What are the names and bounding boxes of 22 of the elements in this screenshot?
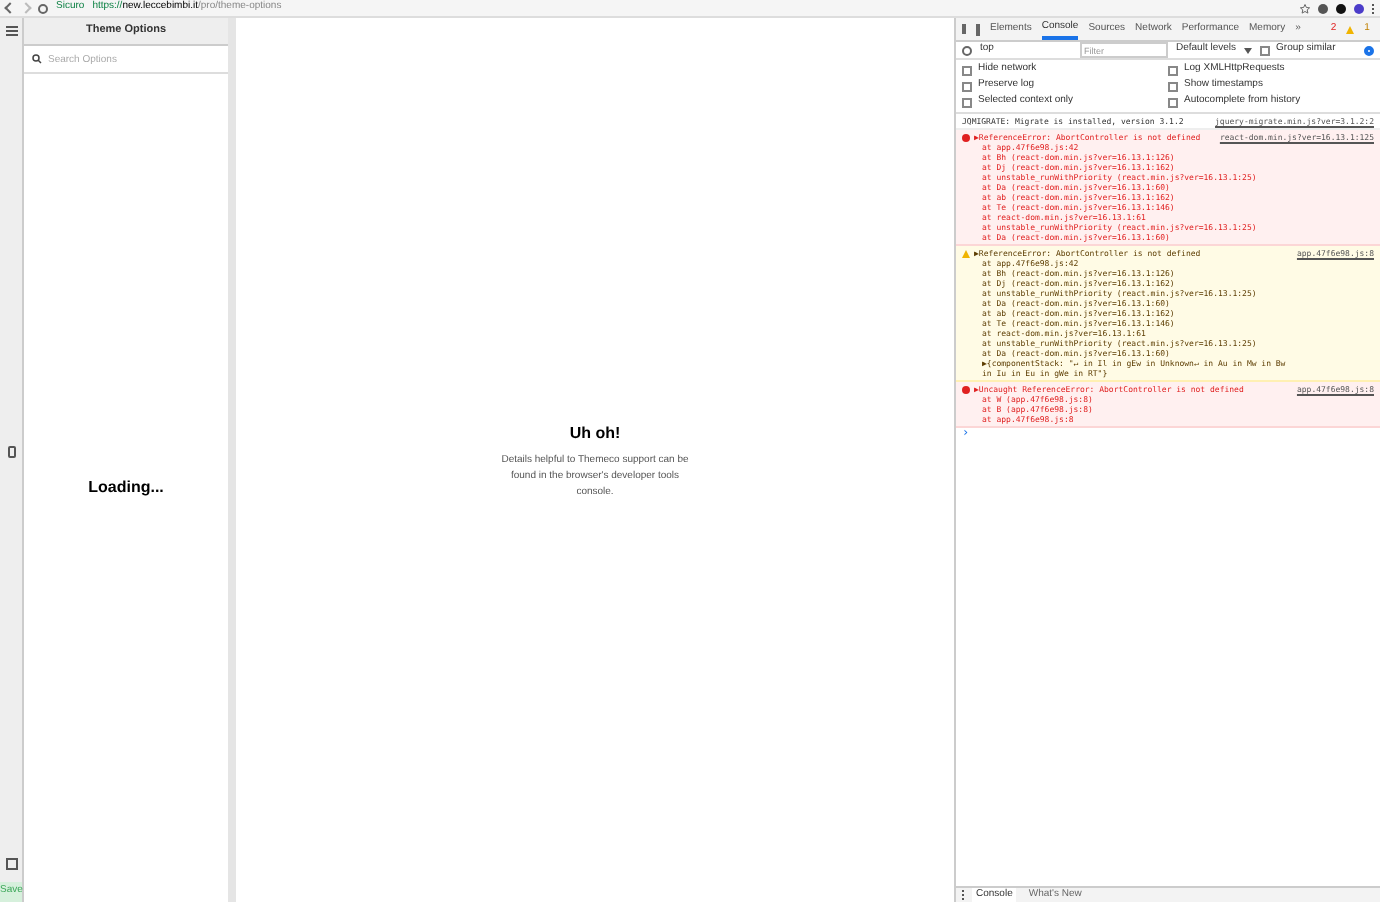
settings-icon[interactable] xyxy=(1364,45,1374,55)
checkbox[interactable] xyxy=(962,81,972,91)
warning-icon xyxy=(1346,25,1355,33)
error-icon xyxy=(962,385,970,393)
back-icon[interactable] xyxy=(4,2,16,14)
caret-icon xyxy=(1244,47,1253,53)
error-title: Uh oh! xyxy=(569,421,621,445)
warning-icon xyxy=(962,249,970,257)
checkbox[interactable] xyxy=(962,65,972,75)
star-icon[interactable] xyxy=(1300,3,1310,13)
error-icon xyxy=(962,133,970,141)
reload-icon[interactable] xyxy=(38,3,48,13)
search-icon xyxy=(32,54,42,64)
phone-icon[interactable] xyxy=(7,446,15,458)
checkbox[interactable] xyxy=(1168,65,1178,75)
clear-icon[interactable] xyxy=(962,45,972,55)
menu-icon[interactable] xyxy=(5,26,17,36)
checkbox[interactable] xyxy=(1260,45,1271,55)
checkbox[interactable] xyxy=(1168,81,1178,91)
checkbox[interactable] xyxy=(962,97,972,107)
checkbox[interactable] xyxy=(1168,97,1178,107)
loading-text: Loading... xyxy=(88,476,164,500)
